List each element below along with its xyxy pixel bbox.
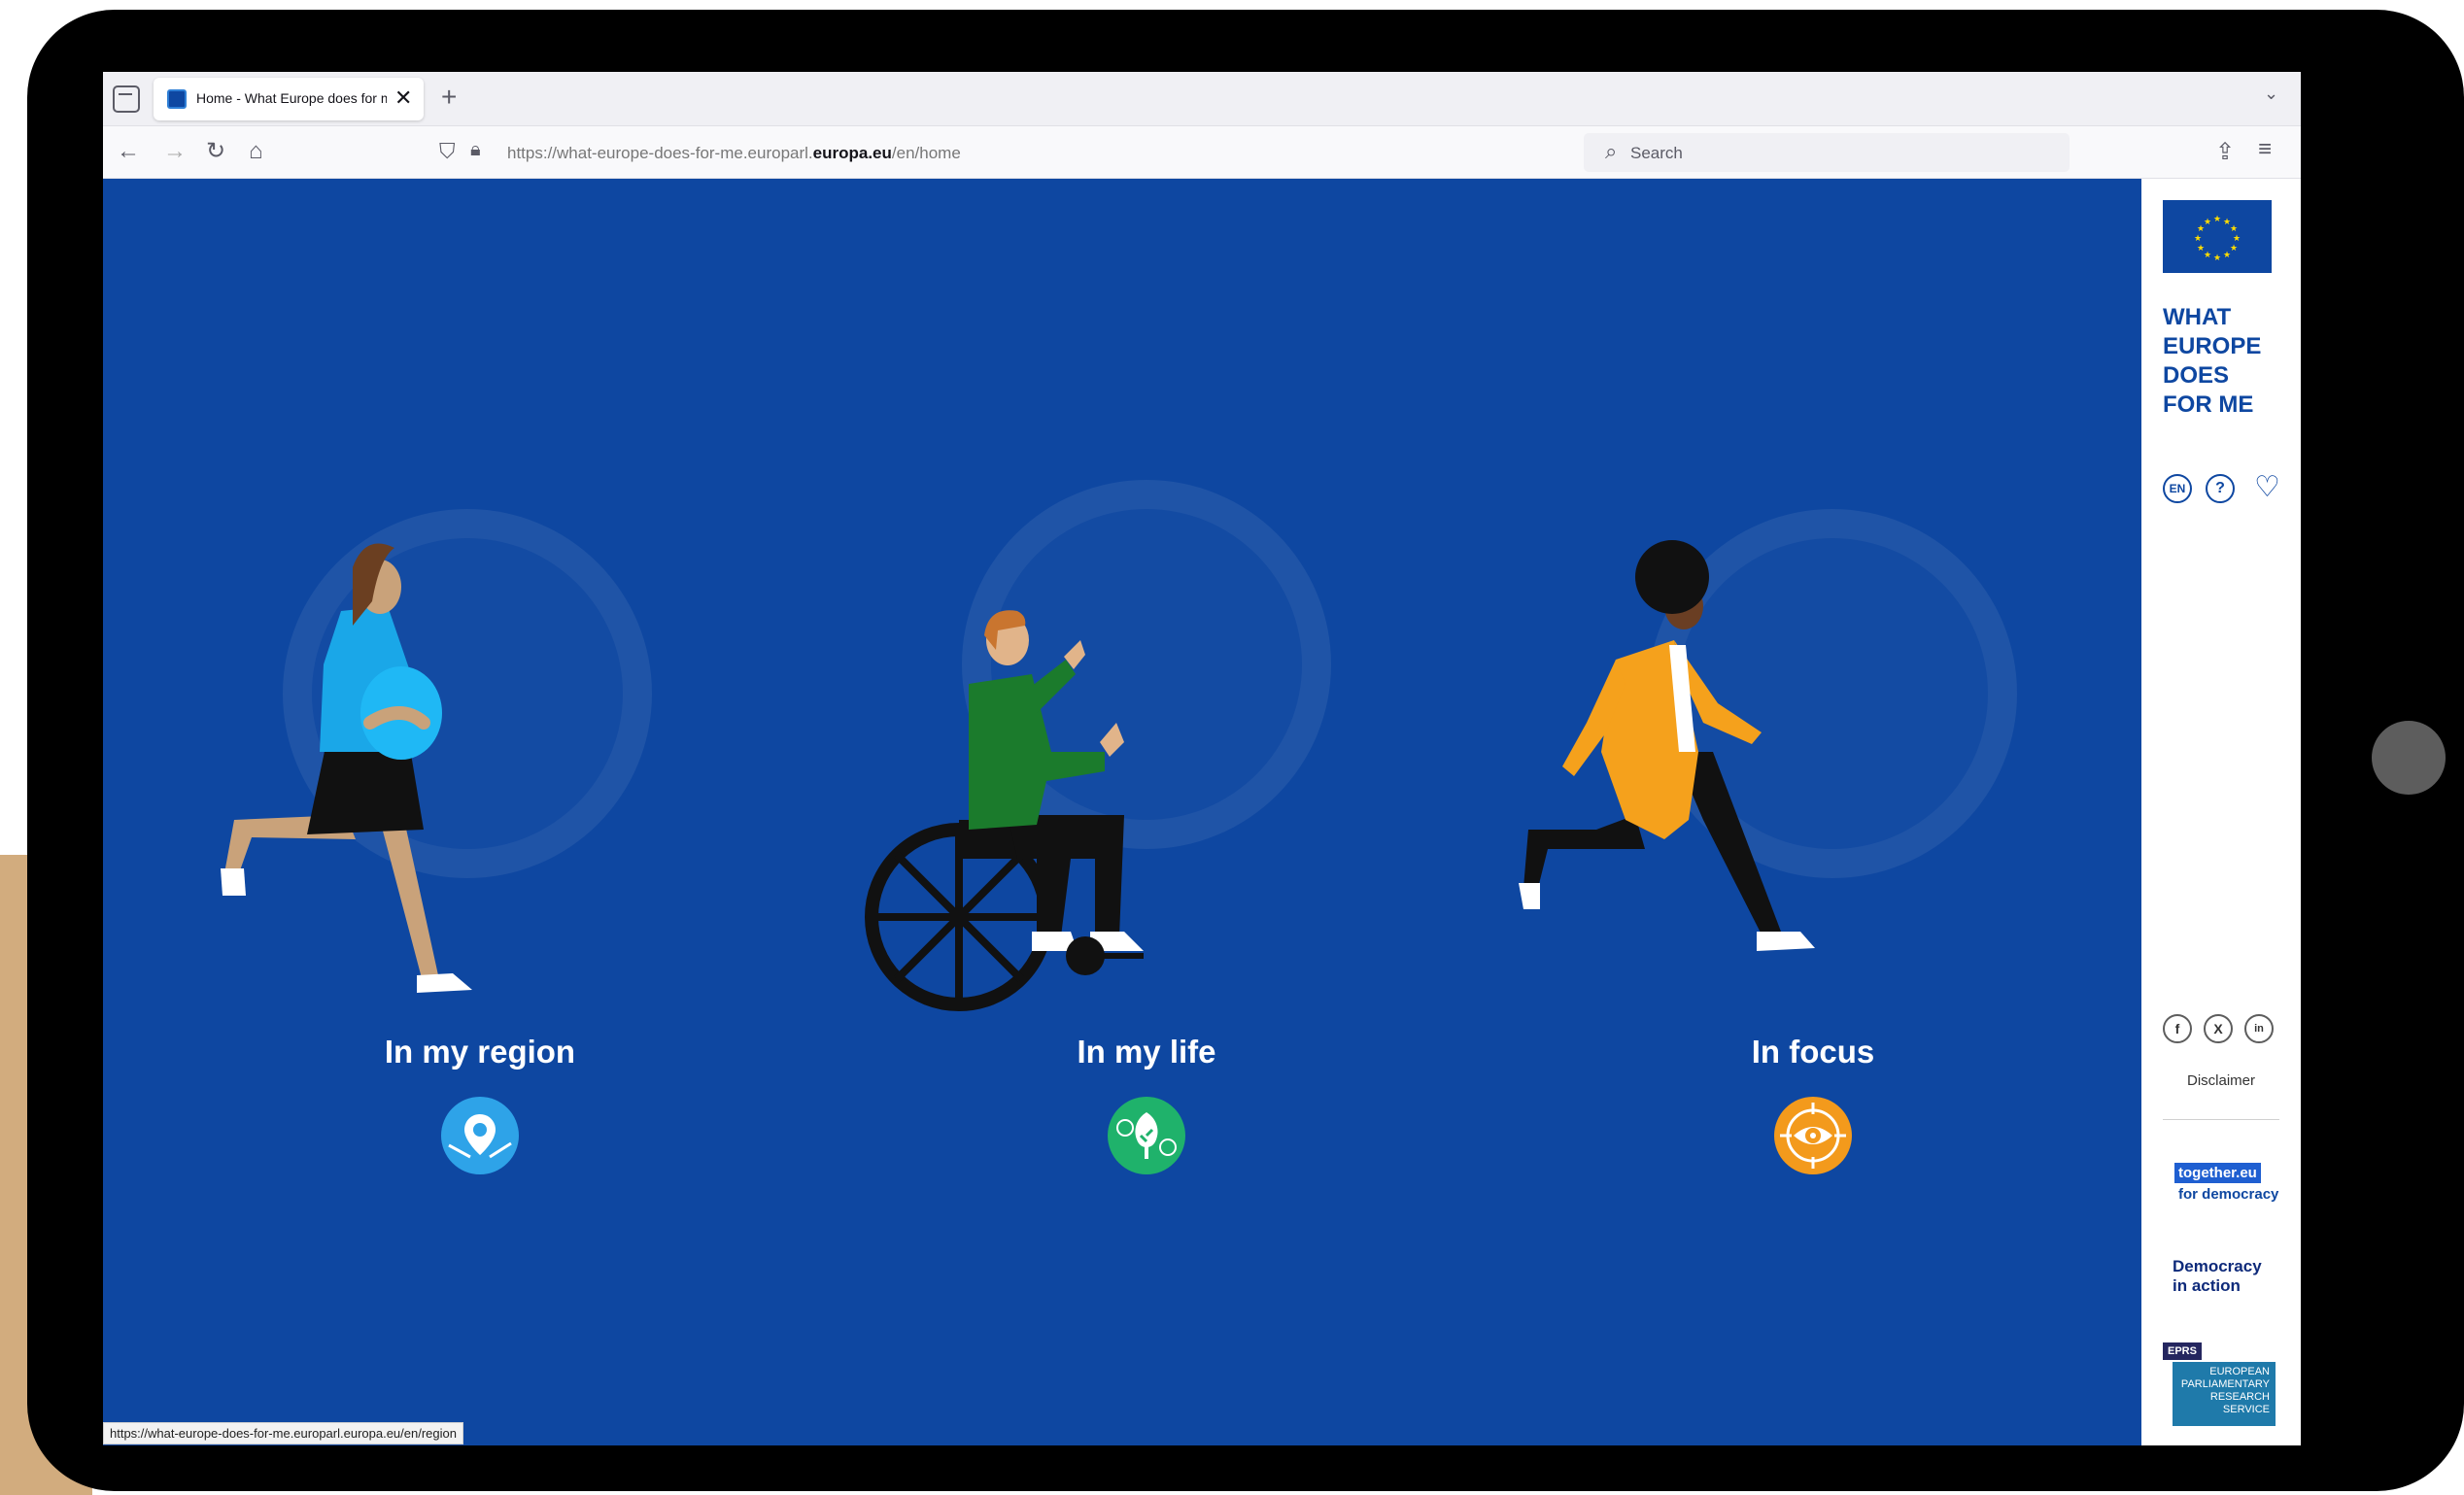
svg-text:★: ★ [2204,218,2211,227]
eprs-line: EUROPEAN [2209,1366,2270,1377]
eprs-line: SERVICE [2222,1404,2270,1415]
disclaimer-link[interactable]: Disclaimer [2141,1072,2301,1089]
running-woman-illustration [1519,540,1815,951]
lock-icon[interactable]: 🔒︎ [470,139,481,161]
for-democracy-text: for democracy [2178,1186,2279,1203]
tablet-home-button[interactable] [2372,721,2446,795]
eprs-line: RESEARCH [2209,1391,2270,1403]
panel-label[interactable]: In focus [1480,1034,2141,1070]
panel-in-my-region[interactable]: In my region [147,179,813,1445]
url-text[interactable]: https://what-europe-does-for-me.europarl… [507,144,961,163]
chevron-down-icon[interactable]: ⌄ [2264,84,2278,104]
svg-text:★: ★ [2194,234,2202,244]
lightbulb-icon[interactable]: ? [2206,474,2235,503]
eu-flag-logo[interactable]: ★ ★ ★ ★ ★ ★ ★ ★ ★ ★ ★ ★ [2163,200,2272,273]
forward-icon[interactable]: → [163,138,187,165]
tab-bar: Home - What Europe does for me ✕ + ⌄ [103,72,2301,126]
navigation-bar: ← → ↻ ⌂ ⛉ 🔒︎ https://what-europe-does-fo… [103,126,2301,179]
hamburger-menu-icon[interactable]: ≡ [2258,136,2272,163]
reload-icon[interactable]: ↻ [206,138,225,165]
svg-text:★: ★ [2213,215,2221,224]
heart-icon[interactable]: ♡ [2254,472,2280,503]
panel-in-my-life[interactable]: In my life [813,179,1480,1445]
language-button[interactable]: EN [2163,474,2192,503]
democracy-line: in action [2173,1276,2241,1295]
page-content: In my region In my life In focus ★ ★ ★ ★… [103,179,2301,1445]
svg-text:★: ★ [2223,251,2231,260]
panel-label[interactable]: In my life [813,1034,1480,1070]
search-icon: ⌕ [1605,139,1618,163]
divider [2163,1119,2279,1120]
social-links: f X in [2163,1014,2279,1047]
map-pin-icon[interactable] [441,1097,519,1174]
pregnant-woman-illustration [221,543,472,993]
panel-in-focus[interactable]: In focus [1480,179,2141,1445]
browser-window: Home - What Europe does for me ✕ + ⌄ ← →… [103,72,2301,1445]
eprs-line: PARLIAMENTARY [2180,1378,2270,1390]
svg-text:★: ★ [2230,224,2238,234]
favicon-icon [167,89,187,109]
back-icon[interactable]: ← [117,138,140,165]
svg-text:★: ★ [2233,234,2241,244]
linkedin-icon[interactable]: in [2244,1014,2274,1043]
tree-icon[interactable] [1108,1097,1185,1174]
sidebar-tools: EN ? ♡ [2163,472,2280,507]
close-tab-icon[interactable]: ✕ [394,85,412,111]
brand-line: WHAT [2163,304,2232,330]
together-eu-text: together.eu [2174,1163,2261,1183]
x-twitter-icon[interactable]: X [2204,1014,2233,1043]
url-bar[interactable]: ⛉ 🔒︎ https://what-europe-does-for-me.eur… [429,133,1891,172]
svg-text:★: ★ [2197,244,2205,254]
svg-text:★: ★ [2230,244,2238,254]
status-bar-url: https://what-europe-does-for-me.europarl… [103,1422,463,1444]
democracy-in-action-logo[interactable]: Democracy in action [2173,1257,2289,1296]
shield-icon[interactable]: ⛉ [439,139,456,164]
brand-line: FOR ME [2163,391,2254,418]
search-placeholder: Search [1630,144,1683,162]
tab-list-icon[interactable] [113,85,140,113]
tab-title: Home - What Europe does for me [196,90,387,106]
eprs-logo[interactable]: EPRS EUROPEAN PARLIAMENTARY RESEARCH SER… [2163,1342,2276,1430]
together-eu-logo[interactable]: together.eu for democracy [2174,1163,2281,1203]
home-icon[interactable]: ⌂ [249,138,263,165]
new-tab-icon[interactable]: + [441,82,457,113]
democracy-line: Democracy [2173,1257,2262,1275]
brand-line: DOES [2163,362,2230,389]
main-area: In my region In my life In focus [103,179,2141,1445]
eprs-name: EUROPEAN PARLIAMENTARY RESEARCH SERVICE [2173,1362,2276,1426]
wheelchair-user-illustration [865,610,1144,1011]
sidebar: ★ ★ ★ ★ ★ ★ ★ ★ ★ ★ ★ ★ WHAT EUROPE DOES FOR ME E… [2141,179,2301,1445]
brand-line: EUROPE [2163,333,2262,359]
eye-target-icon[interactable] [1774,1097,1852,1174]
svg-text:★: ★ [2213,254,2221,263]
eprs-tag: EPRS [2163,1342,2202,1360]
tab-home[interactable]: Home - What Europe does for me ✕ [154,78,424,120]
facebook-icon[interactable]: f [2163,1014,2192,1043]
site-title[interactable]: WHAT EUROPE DOES FOR ME [2163,303,2289,420]
svg-text:★: ★ [2204,251,2211,260]
panel-label[interactable]: In my region [147,1034,813,1070]
search-input[interactable]: ⌕ Search [1584,133,2070,172]
extensions-icon[interactable]: ⇪ [2215,138,2235,166]
